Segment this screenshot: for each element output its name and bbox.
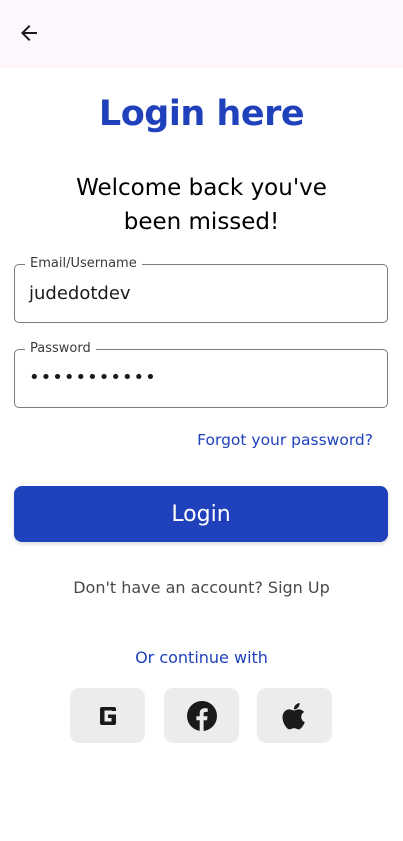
email-field[interactable]: Email/Username judedotdev: [14, 255, 388, 323]
password-input[interactable]: •••••••••••: [29, 367, 369, 388]
facebook-login-button[interactable]: [164, 688, 239, 743]
google-icon: [99, 706, 116, 725]
back-button[interactable]: [14, 18, 44, 48]
facebook-icon: [186, 700, 217, 731]
welcome-subtitle: Welcome back you've been missed!: [76, 175, 327, 235]
password-field[interactable]: Password •••••••••••: [14, 340, 388, 408]
email-input[interactable]: judedotdev: [29, 283, 369, 304]
google-login-button[interactable]: [70, 688, 145, 743]
email-field-label: Email/Username: [25, 255, 142, 273]
password-field-label: Password: [25, 340, 96, 358]
page-title: Login here: [98, 94, 305, 134]
apple-login-button[interactable]: [257, 688, 332, 743]
app-bar: [0, 0, 403, 68]
apple-icon: [282, 702, 305, 729]
or-continue-with-label: Or continue with: [135, 648, 268, 667]
forgot-password-link[interactable]: Forgot your password?: [197, 431, 373, 449]
arrow-left-icon: [21, 25, 37, 41]
login-button[interactable]: Login: [14, 486, 388, 542]
signup-link[interactable]: Don't have an account? Sign Up: [0, 578, 403, 597]
